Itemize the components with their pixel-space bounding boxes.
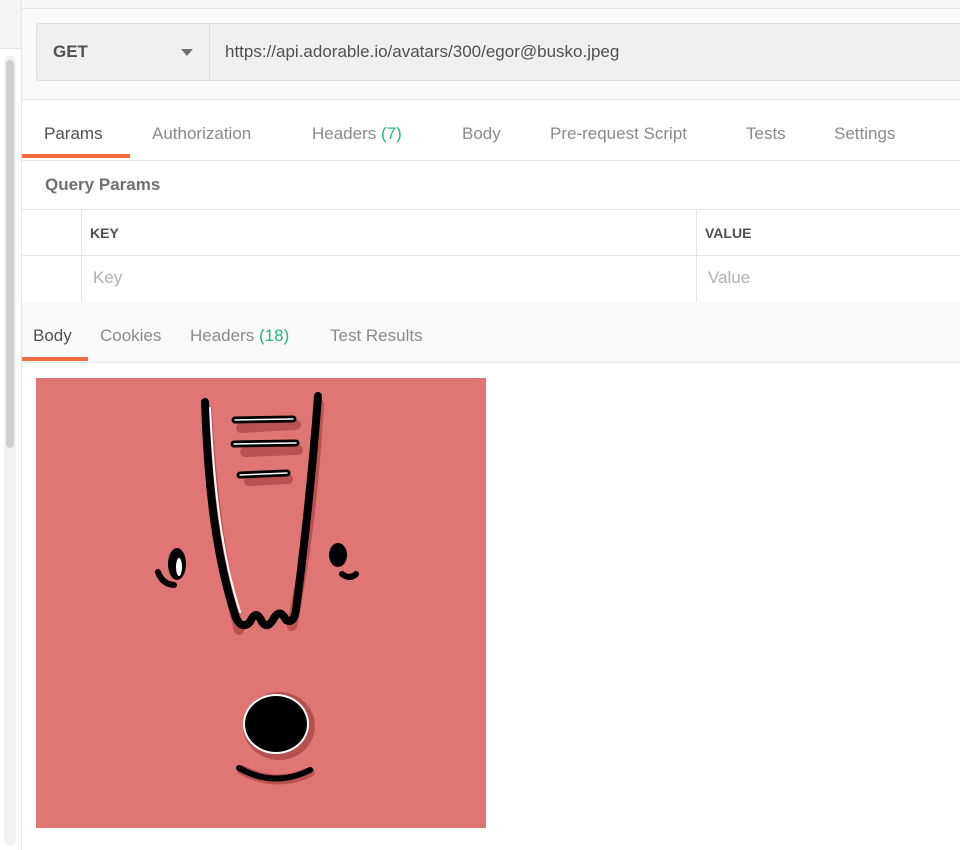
tab-body-label: Body <box>462 124 501 143</box>
response-avatar-image <box>36 378 486 828</box>
request-tabs: Params Authorization Headers (7) Body Pr… <box>22 110 960 161</box>
table-column-divider <box>81 210 82 302</box>
tab-headers-count: (7) <box>381 124 402 143</box>
resp-tab-cookies[interactable]: Cookies <box>100 326 161 346</box>
tab-headers[interactable]: Headers (7) <box>312 124 402 144</box>
active-response-tab-indicator <box>22 357 88 361</box>
resp-tab-headers-count: (18) <box>259 326 290 345</box>
method-dropdown[interactable]: GET <box>36 23 209 81</box>
value-input[interactable]: Value <box>708 268 750 288</box>
gutter-cap <box>0 0 21 49</box>
method-label: GET <box>53 42 88 61</box>
key-input[interactable]: Key <box>93 268 122 288</box>
tab-settings[interactable]: Settings <box>834 124 895 144</box>
tab-body[interactable]: Body <box>462 124 501 144</box>
tab-settings-label: Settings <box>834 124 896 143</box>
tab-tests-label: Tests <box>746 124 786 143</box>
tab-tests[interactable]: Tests <box>746 124 786 144</box>
table-column-divider <box>696 210 697 302</box>
resp-tab-headers[interactable]: Headers (18) <box>190 326 289 346</box>
query-params-table: KEY VALUE Key Value <box>22 209 960 303</box>
active-tab-indicator <box>22 154 130 158</box>
response-tabs: Body Cookies Headers (18) Test Results <box>22 302 960 363</box>
tab-headers-label: Headers <box>312 124 377 143</box>
resp-tab-body[interactable]: Body <box>33 326 72 346</box>
request-bar: GET https://api.adorable.io/avatars/300/… <box>22 9 960 100</box>
key-column-header: KEY <box>90 225 119 241</box>
value-column-header: VALUE <box>705 225 752 241</box>
avatar-svg <box>36 378 486 828</box>
resp-tab-test-results[interactable]: Test Results <box>330 326 423 346</box>
top-tab-strip <box>22 0 960 9</box>
left-scroll-gutter <box>0 0 22 850</box>
url-input[interactable]: https://api.adorable.io/avatars/300/egor… <box>209 23 960 81</box>
tab-authorization[interactable]: Authorization <box>152 124 251 144</box>
tab-params-label: Params <box>44 124 103 143</box>
tab-params[interactable]: Params <box>44 124 103 144</box>
query-params-title: Query Params <box>45 175 161 194</box>
tab-pre-request-script-label: Pre-request Script <box>550 124 687 143</box>
table-divider <box>22 255 960 256</box>
resp-tab-body-label: Body <box>33 326 72 345</box>
resp-tab-test-results-label: Test Results <box>330 326 423 345</box>
scrollbar-thumb[interactable] <box>6 60 14 448</box>
resp-tab-headers-label: Headers <box>190 326 255 345</box>
caret-down-icon <box>181 49 193 56</box>
tab-authorization-label: Authorization <box>152 124 252 143</box>
resp-tab-cookies-label: Cookies <box>100 326 162 345</box>
tab-pre-request-script[interactable]: Pre-request Script <box>550 124 687 144</box>
